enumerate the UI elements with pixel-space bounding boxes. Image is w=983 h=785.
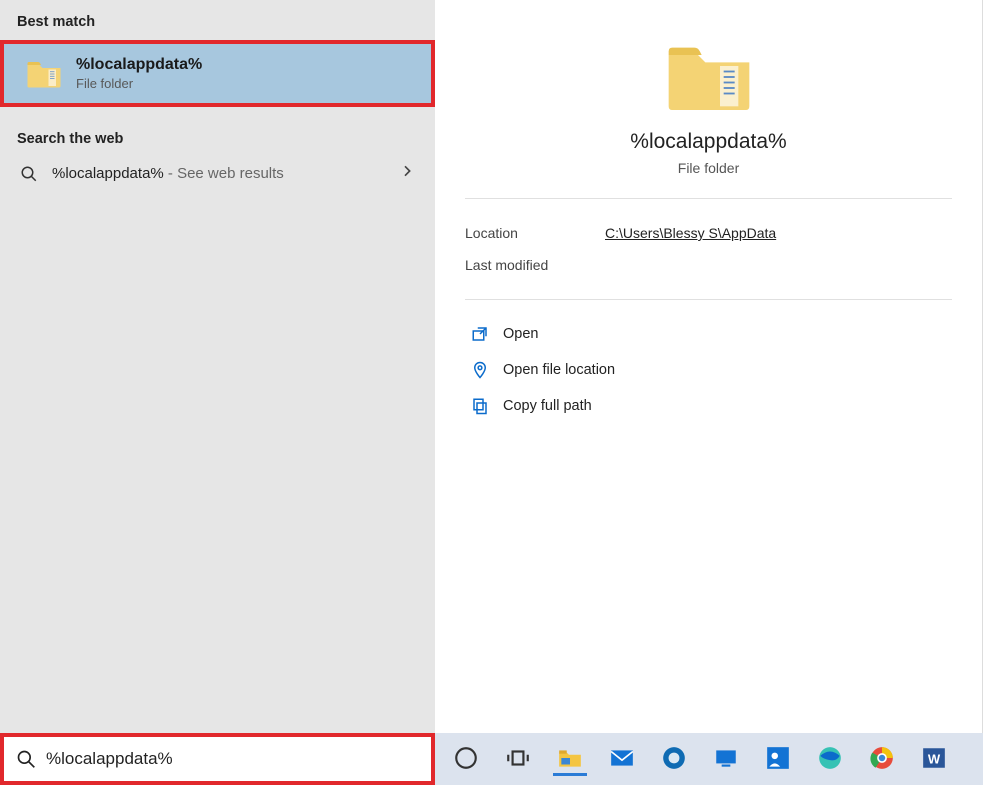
- task-view-button[interactable]: [501, 742, 535, 776]
- mail-button[interactable]: [605, 742, 639, 776]
- search-results-pane: Best match %localappdata% File f: [0, 0, 435, 733]
- action-open-label: Open: [503, 326, 538, 342]
- location-label: Location: [465, 225, 605, 241]
- chrome-button[interactable]: [865, 742, 899, 776]
- action-copy-path[interactable]: Copy full path: [465, 388, 952, 424]
- folder-icon: [26, 58, 62, 90]
- edge-button[interactable]: [813, 742, 847, 776]
- details-subtitle: File folder: [465, 160, 952, 176]
- cortana-button[interactable]: [449, 742, 483, 776]
- action-open-location-label: Open file location: [503, 362, 615, 378]
- web-result-query: %localappdata%: [52, 165, 164, 182]
- action-open-location[interactable]: Open file location: [465, 352, 952, 388]
- file-explorer-button[interactable]: [553, 742, 587, 776]
- location-link[interactable]: C:\Users\Blessy S\AppData: [605, 225, 776, 241]
- open-icon: [471, 325, 489, 343]
- search-icon: [20, 165, 38, 183]
- search-icon: [16, 749, 36, 769]
- best-match-subtitle: File folder: [76, 76, 202, 91]
- action-copy-path-label: Copy full path: [503, 398, 592, 414]
- taskbar: W: [435, 733, 983, 785]
- last-modified-label: Last modified: [465, 257, 605, 273]
- taskbar-app-6[interactable]: [709, 742, 743, 776]
- best-match-title: %localappdata%: [76, 56, 202, 74]
- taskbar-app-5[interactable]: [657, 742, 691, 776]
- word-button[interactable]: W: [917, 742, 951, 776]
- chevron-right-icon: [399, 163, 419, 184]
- details-pane: %localappdata% File folder Location C:\U…: [435, 0, 983, 733]
- best-match-result[interactable]: %localappdata% File folder: [0, 40, 435, 107]
- search-input[interactable]: [46, 749, 421, 769]
- search-web-result[interactable]: %localappdata% - See web results: [0, 155, 435, 192]
- svg-text:W: W: [928, 751, 941, 766]
- action-open[interactable]: Open: [465, 316, 952, 352]
- folder-icon: [665, 38, 753, 116]
- best-match-header: Best match: [0, 0, 435, 38]
- web-result-suffix: - See web results: [164, 165, 284, 182]
- search-web-header: Search the web: [0, 117, 435, 155]
- search-box[interactable]: [0, 733, 435, 785]
- copy-icon: [471, 397, 489, 415]
- taskbar-app-7[interactable]: [761, 742, 795, 776]
- details-title: %localappdata%: [465, 130, 952, 154]
- open-location-icon: [471, 361, 489, 379]
